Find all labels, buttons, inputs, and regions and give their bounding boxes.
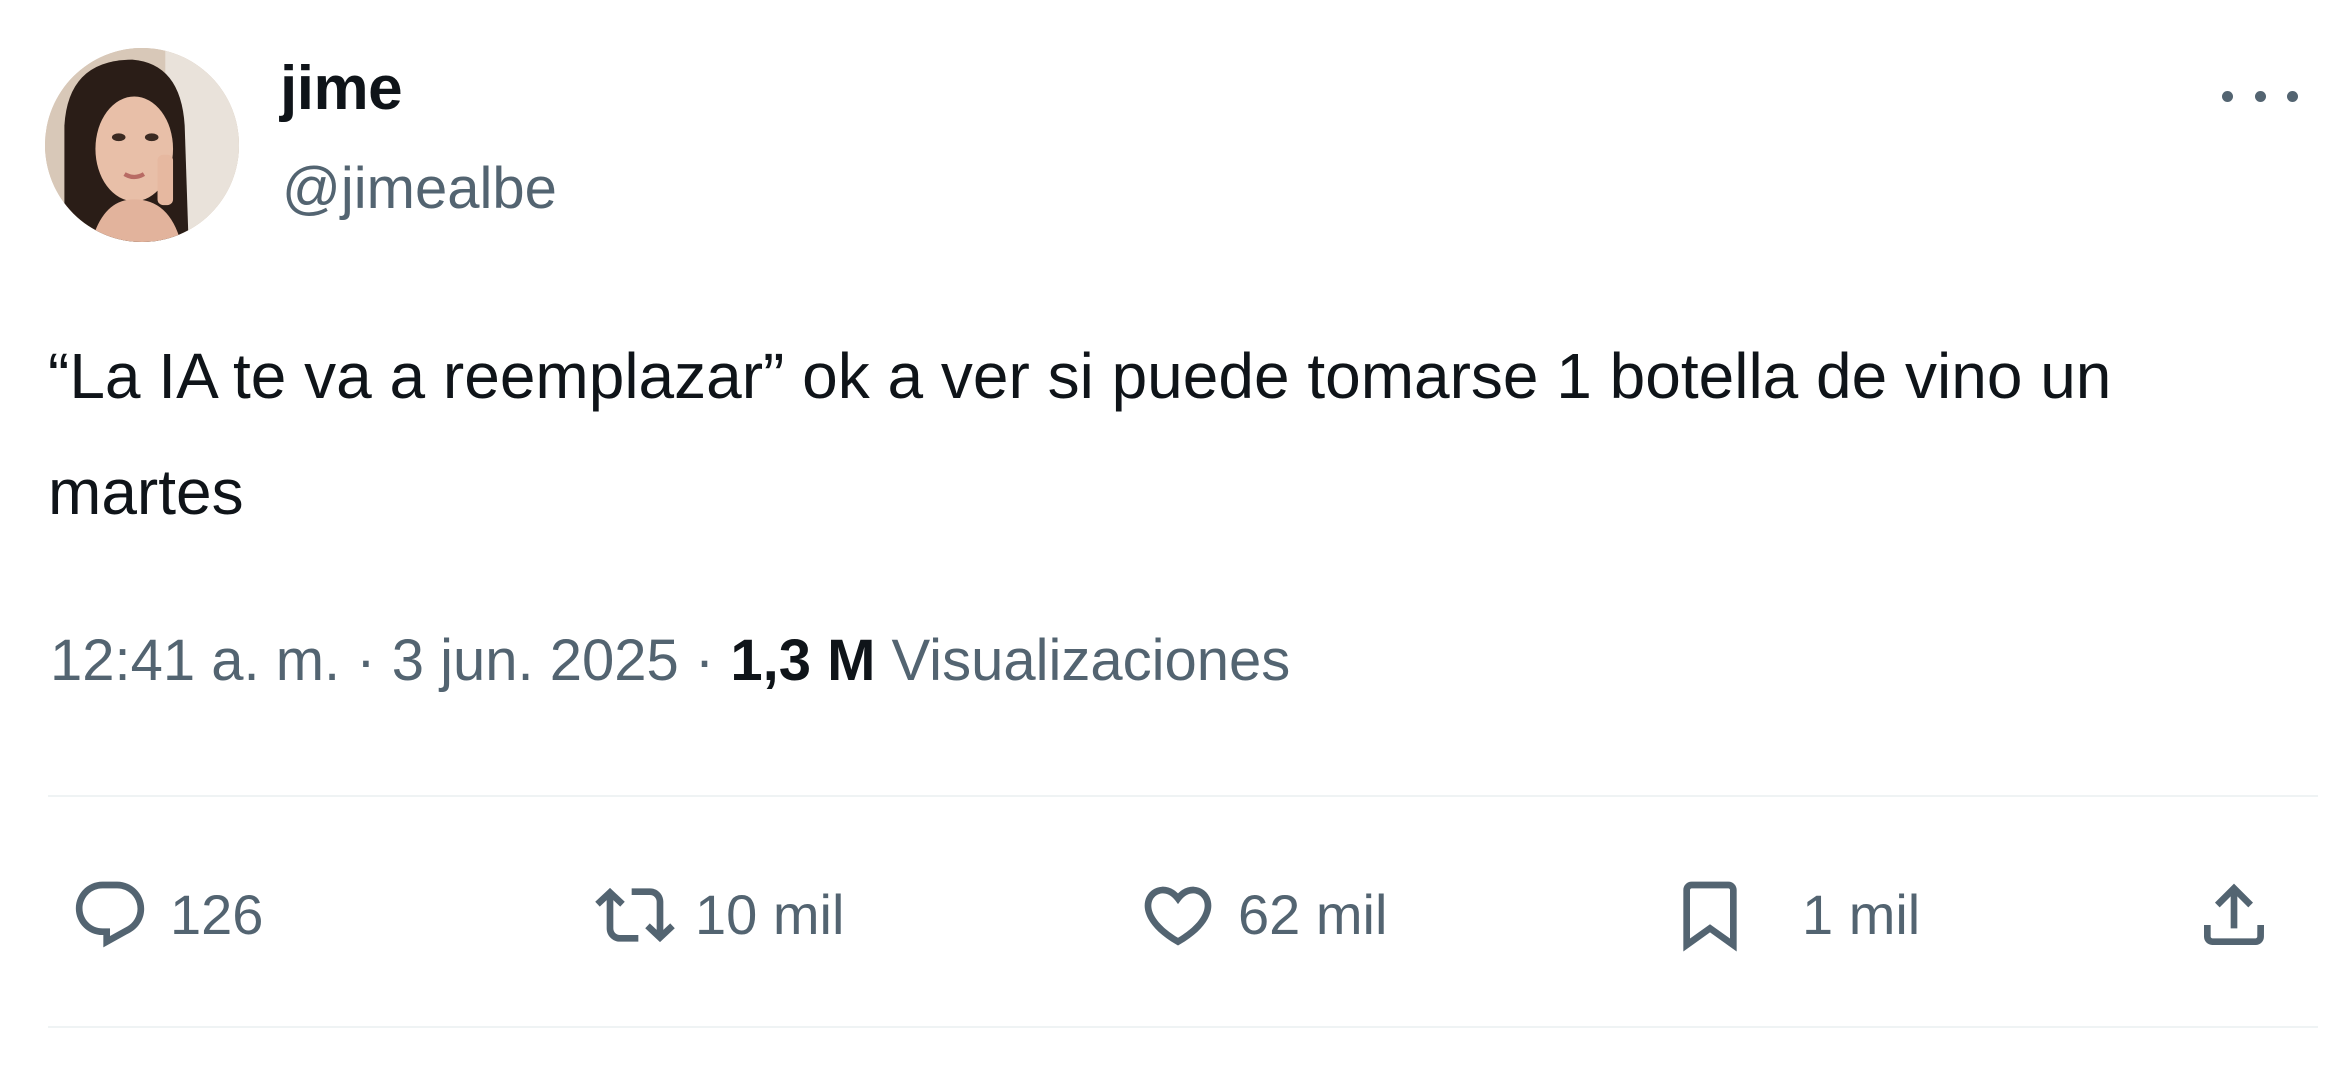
reply-icon (75, 881, 145, 948)
repost-button[interactable]: 10 mil (595, 870, 844, 960)
repost-count: 10 mil (695, 883, 845, 946)
views-label[interactable]: Visualizaciones (892, 628, 1291, 693)
tweet-date[interactable]: 3 jun. 2025 (392, 628, 679, 693)
tweet-time[interactable]: 12:41 a. m. (50, 628, 340, 693)
like-button[interactable]: 62 mil (1138, 870, 1387, 960)
like-count: 62 mil (1238, 883, 1388, 946)
user-handle[interactable]: @jimealbe (282, 160, 557, 218)
bookmark-icon (1683, 881, 1737, 952)
divider (48, 795, 2318, 797)
share-button[interactable] (2194, 870, 2274, 960)
avatar[interactable] (45, 48, 239, 242)
more-dot (2254, 90, 2266, 102)
views-count[interactable]: 1,3 M (730, 628, 875, 693)
tweet-text: “La IA te va a reemplazar” ok a ver si p… (48, 340, 2112, 528)
meta-separator: · (694, 628, 715, 693)
divider (48, 1026, 2318, 1028)
reply-count: 126 (170, 883, 264, 946)
tweet-card: jime @jimealbe “La IA te va a reemplazar… (0, 0, 2350, 1074)
repost-icon (595, 887, 675, 943)
bookmark-button[interactable]: 1 mil (1670, 870, 1920, 960)
heart-icon (1144, 886, 1212, 946)
bookmark-count: 1 mil (1802, 883, 1921, 946)
more-dot (2287, 90, 2298, 102)
share-icon (2204, 883, 2264, 945)
avatar-image (45, 48, 239, 242)
tweet-meta: 12:41 a. m. · 3 jun. 2025 · 1,3 M Visual… (50, 632, 1290, 690)
display-name[interactable]: jime (280, 58, 403, 120)
more-icon[interactable] (2222, 78, 2298, 114)
meta-separator: · (356, 628, 376, 693)
reply-button[interactable]: 126 (70, 870, 263, 960)
more-dot (2222, 90, 2233, 102)
